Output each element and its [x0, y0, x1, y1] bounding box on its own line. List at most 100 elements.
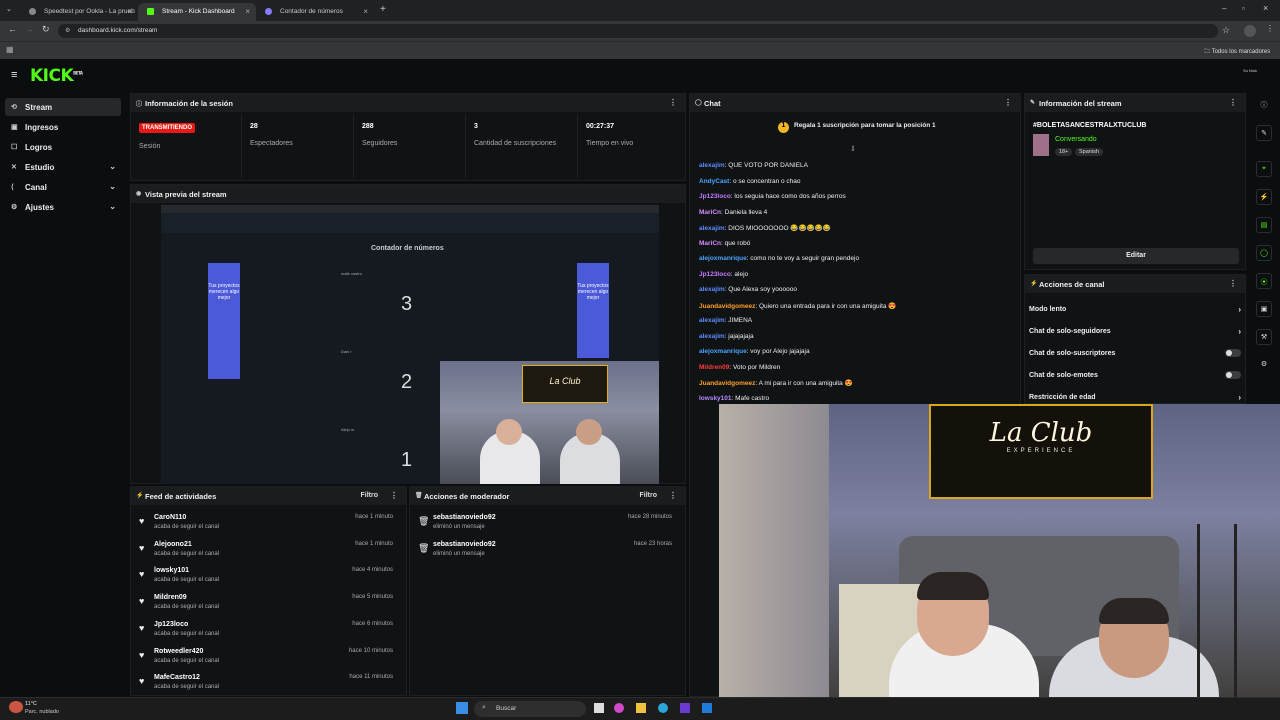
sidebar-item-ajustes[interactable]: ⚙ Ajustes ⌄ [5, 198, 121, 216]
user-avatar[interactable]: Su Niuk [1240, 68, 1260, 82]
close-tab-icon[interactable]: × [363, 7, 368, 16]
card-rail-icon[interactable]: ▤ [1256, 217, 1272, 233]
windows-start-icon[interactable] [456, 702, 468, 714]
slow-mode-row[interactable]: Modo lento › [1029, 305, 1241, 314]
feed-filter-button[interactable]: Filtro [361, 492, 379, 499]
profile-avatar[interactable] [1244, 25, 1256, 37]
back-icon[interactable]: ← [8, 24, 17, 34]
taskbar-search[interactable]: ⌕ Buscar [474, 701, 586, 717]
more-options-icon[interactable]: ⋮ [669, 98, 677, 107]
apps-grid-icon[interactable]: ▦ [6, 45, 14, 54]
url-field[interactable]: ⚙ dashboard.kick.com/stream ☆ [58, 24, 1230, 38]
minimize-icon[interactable]: – [1222, 4, 1226, 13]
session-info-panel: ⓘ Información de la sesión ⋮ TRANSMITIENDO… [130, 93, 686, 181]
pinned-gift-banner[interactable]: 1 Regala 1 suscripción para tomar la posi… [778, 122, 936, 133]
chat-username[interactable]: alexajim [699, 333, 725, 340]
mod-username[interactable]: sebastianoviedo92 [433, 514, 496, 521]
chat-username[interactable]: alexajim [699, 286, 725, 293]
mod-filter-button[interactable]: Filtro [640, 492, 658, 499]
close-tab-icon[interactable]: × [127, 7, 132, 16]
emotes-only-toggle[interactable] [1225, 371, 1241, 379]
layout-rail-icon[interactable]: ▣ [1256, 301, 1272, 317]
close-tab-icon[interactable]: × [245, 7, 250, 16]
chat-username[interactable]: alexajim [699, 225, 725, 232]
chat-username[interactable]: Jp123loco [699, 193, 731, 200]
hamburger-menu-icon[interactable]: ≡ [11, 69, 17, 81]
feed-username[interactable]: Rotweedler420 [154, 648, 203, 655]
feed-username[interactable]: CaroN110 [154, 514, 186, 521]
chat-username[interactable]: lowsky101 [699, 395, 732, 402]
tab-search-icon[interactable]: ⌄ [6, 5, 12, 13]
more-options-icon[interactable]: ⋮ [390, 491, 398, 500]
wrench-rail-icon[interactable]: ⚒ [1256, 329, 1272, 345]
settings-rail-icon[interactable]: ⚙ [1256, 357, 1272, 373]
browser-menu-icon[interactable]: ⋮ [1266, 24, 1274, 33]
site-info-icon[interactable]: ⚙ [65, 27, 70, 34]
more-options-icon[interactable]: ⋮ [1229, 279, 1237, 288]
close-window-icon[interactable]: × [1263, 3, 1268, 13]
feed-username[interactable]: Jp123loco [154, 621, 188, 628]
feed-row: ♥ Rotweedler420 acaba de seguir el canal ha… [131, 647, 401, 674]
age-restriction-row[interactable]: Restricción de edad › [1029, 393, 1241, 402]
tab-contador[interactable]: Contador de números × [256, 3, 374, 21]
sidebar-item-estudio[interactable]: ✕ Estudio ⌄ [5, 158, 121, 176]
followers-only-row[interactable]: Chat de solo-seguidores › [1029, 327, 1241, 336]
pencil-icon: ✎ [1030, 100, 1036, 106]
chat-username[interactable]: Mildren09 [699, 364, 729, 371]
feed-username[interactable]: Mildren09 [154, 594, 187, 601]
chat-text: : JIMENA [724, 317, 753, 324]
new-tab-icon[interactable]: + [380, 4, 386, 15]
more-options-icon[interactable]: ⋮ [1229, 98, 1237, 107]
tab-speedtest[interactable]: Speedtest por Ookla - La prueb × [20, 3, 138, 21]
reload-icon[interactable]: ↻ [42, 24, 50, 35]
target-rail-icon[interactable]: ⌖ [1256, 161, 1272, 177]
chat-username[interactable]: MariCn [699, 209, 721, 216]
feed-username[interactable]: lowsky101 [154, 567, 189, 574]
maximize-icon[interactable]: ▫ [1242, 4, 1245, 13]
mod-username[interactable]: sebastianoviedo92 [433, 541, 496, 548]
stream-video[interactable]: Contador de números Tus proyectos merece… [161, 205, 659, 484]
pencil-rail-icon[interactable]: ✎ [1256, 125, 1272, 141]
weather-icon[interactable] [9, 701, 23, 713]
chat-username[interactable]: Juandavidgomeez [699, 380, 755, 387]
all-bookmarks[interactable]: 🗀 Todos los marcadores [1204, 47, 1270, 57]
copilot-icon[interactable] [614, 703, 624, 713]
feed-username[interactable]: Alejoono21 [154, 541, 192, 548]
task-view-icon[interactable] [594, 703, 604, 713]
chat-username[interactable]: Jp123loco [699, 271, 731, 278]
url-text: dashboard.kick.com/stream [78, 27, 158, 34]
app-icon[interactable] [680, 703, 690, 713]
chat-username[interactable]: alexajim [699, 317, 725, 324]
chat-username[interactable]: alexajim [699, 162, 725, 169]
heart-icon: ♥ [139, 542, 145, 553]
stat-value: 00:27:37 [586, 123, 615, 130]
feed-username[interactable]: MafeCastro12 [154, 674, 200, 681]
edit-button[interactable]: Editar [1033, 248, 1239, 264]
sidebar-item-logros[interactable]: ☐ Logros [5, 138, 121, 156]
bookmark-star-icon[interactable]: ☆ [1222, 25, 1230, 36]
chat-username[interactable]: alejoxmanrique [699, 255, 747, 262]
edge-icon[interactable] [658, 703, 668, 713]
subscribers-only-toggle[interactable] [1225, 349, 1241, 357]
file-explorer-icon[interactable] [636, 703, 646, 713]
chat-username[interactable]: alejoxmanrique [699, 348, 747, 355]
sidebar-item-ingresos[interactable]: ▣ Ingresos [5, 118, 121, 136]
outlook-icon[interactable] [702, 703, 712, 713]
more-options-icon[interactable]: ⋮ [1004, 98, 1012, 107]
stream-category[interactable]: Conversando [1055, 136, 1097, 143]
broadcast-rail-icon[interactable]: ⦿ [1256, 273, 1272, 289]
chat-username[interactable]: MariCn [699, 240, 721, 247]
chat-rail-icon[interactable]: ◯ [1256, 245, 1272, 261]
preview-ad-card-right: Tus proyectos merecen algo mejor [577, 263, 609, 358]
more-options-icon[interactable]: ⋮ [669, 491, 677, 500]
tab-kick-dashboard[interactable]: Stream - Kick Dashboard × [138, 3, 256, 21]
scroll-down-icon[interactable]: ⇩ [850, 145, 856, 153]
info-rail-icon[interactable]: ⓘ [1256, 97, 1272, 113]
sidebar-item-canal[interactable]: ⟨ Canal ⌄ [5, 178, 121, 196]
chat-username[interactable]: AndyCast [699, 178, 729, 185]
chat-username[interactable]: Juandavidgomeez [699, 303, 755, 310]
bolt-rail-icon[interactable]: ⚡ [1256, 189, 1272, 205]
sidebar-item-stream[interactable]: ⟲ Stream [5, 98, 121, 116]
kick-logo[interactable]: KICKBETA [30, 66, 83, 86]
forward-icon[interactable]: → [25, 24, 34, 34]
